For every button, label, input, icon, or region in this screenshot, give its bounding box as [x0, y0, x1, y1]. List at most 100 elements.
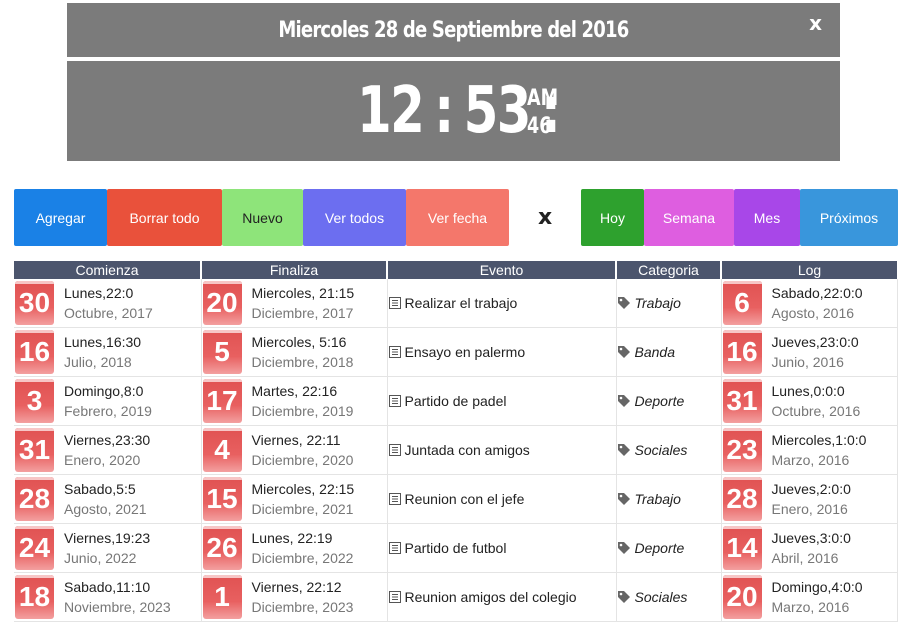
table-row[interactable]: 30 Lunes,22:0 Octubre, 2017 20 Miercoles, 21… — [14, 279, 898, 328]
month-year: Febrero, 2019 — [64, 403, 152, 419]
weekday-time: Lunes,0:0:0 — [771, 383, 845, 399]
table-row[interactable]: 16 Lunes,16:30 Julio, 2018 5 Miercoles, 5:16… — [14, 327, 898, 377]
event-cell[interactable]: Reunion amigos del colegio — [387, 572, 617, 622]
event-cell[interactable]: Partido de futbol — [387, 523, 617, 573]
weekday-time: Miercoles, 21:15 — [251, 285, 355, 301]
date-detail: Jueves,23:0:0 Junio, 2016 — [772, 332, 859, 372]
event-cell[interactable]: Reunion con el jefe — [387, 474, 617, 524]
category-name: Sociales — [634, 442, 688, 458]
column-header-category[interactable]: Categoria — [616, 261, 722, 279]
event-cell[interactable]: Partido de padel — [387, 376, 617, 426]
month-year: Enero, 2016 — [771, 501, 848, 517]
column-header-end[interactable]: Finaliza — [201, 261, 388, 279]
clock-ampm: AM — [527, 86, 559, 111]
day-badge: 6 — [722, 281, 762, 325]
date-detail: Jueves,2:0:0 Enero, 2016 — [772, 479, 851, 519]
category-cell[interactable]: Sociales — [616, 572, 722, 622]
category-cell[interactable]: Deporte — [616, 523, 722, 573]
end-cell: 15 Miercoles, 22:15 Diciembre, 2021 — [201, 474, 388, 524]
category-cell[interactable]: Banda — [616, 327, 722, 377]
month-year: Marzo, 2016 — [771, 452, 850, 468]
month-year: Abril, 2016 — [771, 550, 839, 566]
tag-icon — [617, 444, 630, 456]
column-header-event[interactable]: Evento — [387, 261, 617, 279]
weekday-time: Jueves,3:0:0 — [771, 530, 851, 546]
week-button[interactable]: Semana — [644, 189, 734, 246]
log-date: 20 Domingo,4:0:0 Marzo, 2016 — [722, 573, 897, 621]
category-name: Banda — [634, 344, 675, 360]
table-row[interactable]: 18 Sabado,11:10 Noviembre, 2023 1 Viernes, 2… — [14, 572, 898, 622]
category-cell[interactable]: Trabajo — [616, 474, 722, 524]
table-row[interactable]: 31 Viernes,23:30 Enero, 2020 4 Viernes, 22:1… — [14, 425, 898, 475]
start-date: 31 Viernes,23:30 Enero, 2020 — [14, 426, 201, 474]
weekday-time: Martes, 22:16 — [251, 383, 338, 399]
category-cell[interactable]: Deporte — [616, 376, 722, 426]
log-date: 31 Lunes,0:0:0 Octubre, 2016 — [722, 377, 897, 425]
end-date: 4 Viernes, 22:11 Diciembre, 2020 — [202, 426, 387, 474]
weekday-time: Lunes, 22:19 — [251, 530, 333, 546]
month-year: Junio, 2022 — [64, 550, 137, 566]
log-date: 23 Miercoles,1:0:0 Marzo, 2016 — [722, 426, 897, 474]
date-detail: Lunes,22:0 Octubre, 2017 — [64, 283, 153, 323]
tag-icon — [617, 542, 630, 554]
date-detail: Viernes,19:23 Junio, 2022 — [64, 528, 150, 568]
view-date-button[interactable]: Ver fecha — [406, 189, 509, 246]
event-cell[interactable]: Ensayo en palermo — [387, 327, 617, 377]
event-name: Ensayo en palermo — [404, 344, 526, 360]
day-badge: 28 — [15, 477, 54, 521]
add-button[interactable]: Agregar — [14, 189, 107, 246]
document-icon — [388, 542, 401, 554]
day-badge: 31 — [722, 379, 762, 423]
date-detail: Miercoles, 5:16 Diciembre, 2018 — [252, 332, 354, 372]
day-badge: 1 — [202, 575, 242, 619]
end-date: 5 Miercoles, 5:16 Diciembre, 2018 — [202, 328, 387, 376]
log-cell: 6 Sabado,22:0:0 Agosto, 2016 — [721, 279, 898, 328]
column-header-log[interactable]: Log — [721, 261, 897, 279]
date-detail: Miercoles, 21:15 Diciembre, 2017 — [252, 283, 355, 323]
table-row[interactable]: 24 Viernes,19:23 Junio, 2022 26 Lunes, 22:19… — [14, 523, 898, 573]
log-cell: 31 Lunes,0:0:0 Octubre, 2016 — [721, 376, 898, 426]
clock-minutes: 53 — [463, 74, 532, 148]
end-cell: 17 Martes, 22:16 Diciembre, 2019 — [201, 376, 388, 426]
day-badge: 31 — [15, 428, 54, 472]
log-cell: 28 Jueves,2:0:0 Enero, 2016 — [721, 474, 898, 524]
day-badge: 16 — [15, 330, 54, 374]
end-date: 15 Miercoles, 22:15 Diciembre, 2021 — [202, 475, 387, 523]
day-badge: 17 — [202, 379, 242, 423]
log-cell: 14 Jueves,3:0:0 Abril, 2016 — [721, 523, 898, 573]
category-name: Deporte — [634, 540, 685, 556]
current-date-text: Miercoles 28 de Septiembre del 2016 — [278, 17, 629, 43]
category-cell[interactable]: Trabajo — [616, 279, 722, 328]
clock-hours: 12 — [357, 74, 425, 148]
start-date: 16 Lunes,16:30 Julio, 2018 — [14, 328, 201, 376]
start-cell: 31 Viernes,23:30 Enero, 2020 — [14, 425, 202, 475]
event-cell[interactable]: Realizar el trabajo — [387, 279, 617, 328]
close-filter-button[interactable]: x — [538, 205, 552, 230]
weekday-time: Sabado,5:5 — [64, 481, 136, 497]
column-header-start[interactable]: Comienza — [14, 261, 202, 279]
month-year: Diciembre, 2018 — [251, 354, 354, 370]
document-icon — [388, 395, 401, 407]
table-row[interactable]: 3 Domingo,8:0 Febrero, 2019 17 Martes, 22:16… — [14, 376, 898, 426]
start-cell: 3 Domingo,8:0 Febrero, 2019 — [14, 376, 202, 426]
end-cell: 20 Miercoles, 21:15 Diciembre, 2017 — [201, 279, 388, 328]
tag-icon — [617, 591, 630, 603]
new-button[interactable]: Nuevo — [222, 189, 303, 246]
document-icon — [388, 591, 401, 603]
category-cell[interactable]: Sociales — [616, 425, 722, 475]
today-button[interactable]: Hoy — [581, 189, 644, 246]
date-header: Miercoles 28 de Septiembre del 2016 x — [67, 3, 840, 57]
end-date: 17 Martes, 22:16 Diciembre, 2019 — [202, 377, 387, 425]
close-header-button[interactable]: x — [809, 11, 822, 35]
toolbar: Agregar Borrar todo Nuevo Ver todos Ver … — [0, 189, 909, 246]
delete-all-button[interactable]: Borrar todo — [107, 189, 222, 246]
upcoming-button[interactable]: Próximos — [800, 189, 898, 246]
view-all-button[interactable]: Ver todos — [303, 189, 406, 246]
month-year: Marzo, 2016 — [771, 599, 850, 615]
month-button[interactable]: Mes — [734, 189, 800, 246]
table-row[interactable]: 28 Sabado,5:5 Agosto, 2021 15 Miercoles, 22:… — [14, 474, 898, 524]
event-cell[interactable]: Juntada con amigos — [387, 425, 617, 475]
day-badge: 18 — [15, 575, 54, 619]
log-cell: 20 Domingo,4:0:0 Marzo, 2016 — [721, 572, 898, 622]
end-cell: 26 Lunes, 22:19 Diciembre, 2022 — [201, 523, 388, 573]
